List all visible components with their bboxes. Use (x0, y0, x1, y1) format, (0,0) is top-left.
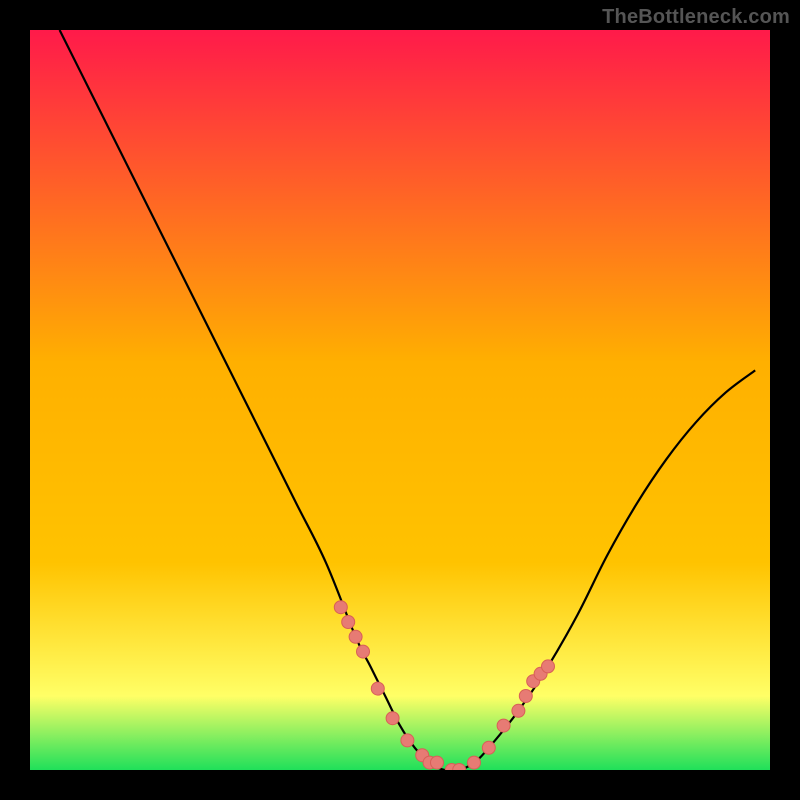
optimal-dot (401, 734, 414, 747)
optimal-dot (386, 712, 399, 725)
optimal-dot (371, 682, 384, 695)
optimal-dot (482, 741, 495, 754)
optimal-dot (342, 616, 355, 629)
chart-frame: TheBottleneck.com (0, 0, 800, 800)
optimal-dot (497, 719, 510, 732)
chart-plot-area (30, 30, 770, 770)
optimal-dot (542, 660, 555, 673)
optimal-dot (519, 690, 532, 703)
gradient-background (30, 30, 770, 770)
optimal-dot (357, 645, 370, 658)
bottleneck-chart (30, 30, 770, 770)
optimal-dot (349, 630, 362, 643)
optimal-dot (334, 601, 347, 614)
watermark-text: TheBottleneck.com (602, 6, 790, 29)
optimal-dot (512, 704, 525, 717)
optimal-dot (431, 756, 444, 769)
optimal-dot (468, 756, 481, 769)
